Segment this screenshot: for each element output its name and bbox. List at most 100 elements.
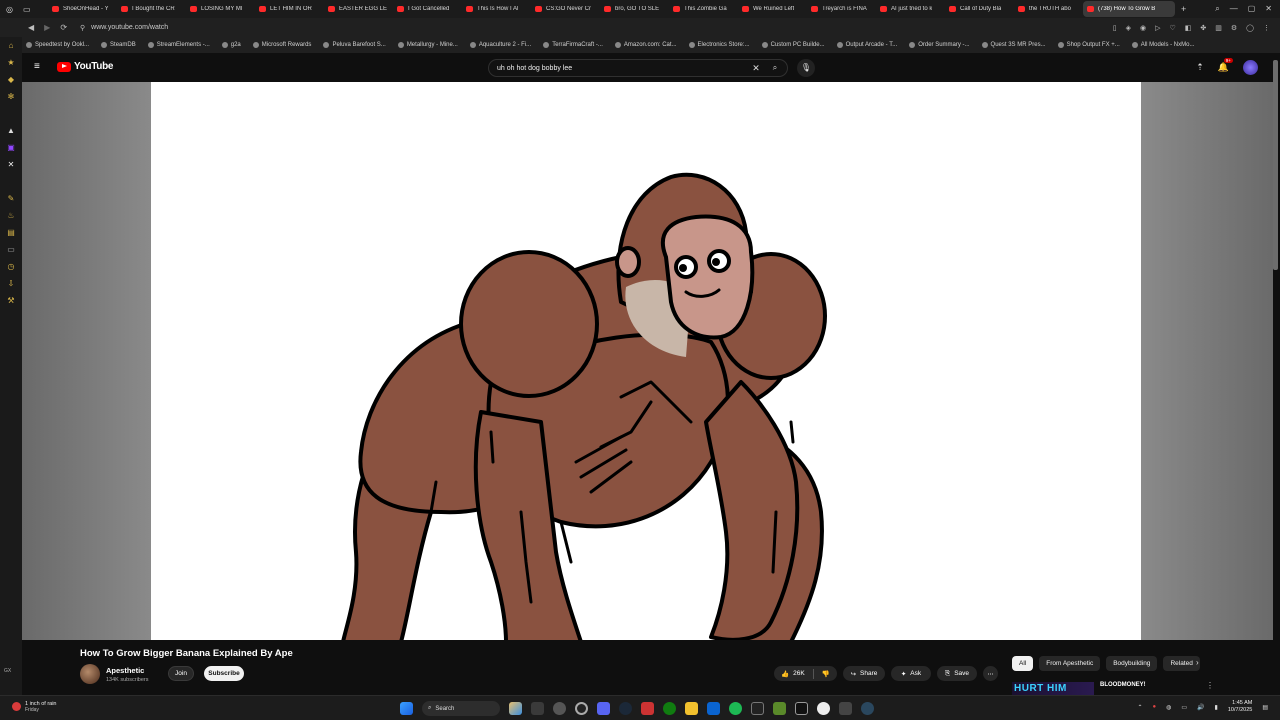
notifications-bell-icon[interactable]: 🔔 9+ (1218, 58, 1233, 73)
bookmark-item[interactable]: Order Summary -... (909, 42, 970, 48)
notepad-icon[interactable] (839, 702, 852, 715)
steam-icon[interactable] (619, 702, 632, 715)
bookmark-item[interactable]: SteamDB (101, 42, 136, 48)
xbox-icon[interactable] (663, 702, 676, 715)
site-info-icon[interactable]: ⚲ (80, 24, 85, 32)
chip-from-apesthetic[interactable]: From Apesthetic (1039, 656, 1101, 671)
notes-icon[interactable]: ▤ (7, 228, 16, 237)
browser-menu-icon[interactable]: ◎ (6, 5, 13, 14)
terminal-icon[interactable] (751, 702, 764, 715)
settings-icon[interactable]: ⚙ (1231, 24, 1237, 32)
channel-avatar[interactable] (80, 664, 100, 684)
bookmark-item[interactable]: Metallurgy - Mine... (397, 42, 458, 48)
bookmark-item[interactable]: Speedtest by Ookl... (26, 42, 89, 48)
tab[interactable]: EASTER EGG LE (324, 1, 393, 17)
steam-client-icon[interactable] (861, 702, 874, 715)
fire-icon[interactable]: ♨ (7, 211, 16, 220)
extension-icon[interactable]: ◈ (1126, 24, 1131, 32)
tab[interactable]: I Got Cancelled (393, 1, 462, 17)
tab[interactable]: ShoeOnHead - Y (48, 1, 117, 17)
bookmark-item[interactable]: TerraFirmaCraft -... (543, 42, 603, 48)
game-icon[interactable] (641, 702, 654, 715)
play-icon[interactable]: ▷ (1155, 24, 1160, 32)
search-icon[interactable]: ⌕ (763, 63, 787, 73)
screenshot-icon[interactable]: ◉ (1140, 24, 1146, 32)
bookmark-item[interactable]: Custom PC Builde... (761, 42, 825, 48)
home-icon[interactable]: ⌂ (7, 41, 16, 50)
chat-icon[interactable]: ◆ (7, 75, 16, 84)
tab-active[interactable]: (738) How To Grow B (1083, 1, 1175, 17)
tab[interactable]: This Zombie Ga (669, 1, 738, 17)
bookmark-item[interactable]: Peluva Barefoot S... (323, 42, 386, 48)
windows-start-icon[interactable] (400, 702, 413, 715)
next-video-title[interactable]: BLOODMONEY! (1100, 682, 1146, 688)
tab[interactable]: Call of Duty Bla (945, 1, 1014, 17)
discord-icon[interactable] (597, 702, 610, 715)
battery-icon[interactable]: ▮ (1215, 704, 1218, 711)
puzzle-icon[interactable]: ✤ (1200, 24, 1206, 32)
bookmark-item[interactable]: Quest 3S MR Pres... (981, 42, 1046, 48)
file-explorer-icon[interactable] (685, 702, 698, 715)
tray-app-icon[interactable]: ● (1153, 704, 1157, 710)
save-button[interactable]: ⎘ Save (937, 666, 977, 681)
download-icon[interactable]: ⇩ (7, 279, 16, 288)
sidebar-icon[interactable]: ▥ (1215, 24, 1222, 32)
bookmark-item[interactable]: Electronics Store:... (688, 42, 750, 48)
tab[interactable]: bro, GO TO SLE (600, 1, 669, 17)
url-field[interactable]: www.youtube.com/watch (91, 24, 168, 31)
upload-icon[interactable]: ⇡ (1196, 62, 1204, 73)
bookmark-icon[interactable]: ▯ (1113, 24, 1117, 32)
tab[interactable]: AI just tried to k (876, 1, 945, 17)
star-icon[interactable]: ★ (7, 58, 16, 67)
chip-related[interactable]: Related (1163, 656, 1200, 671)
capcut-icon[interactable] (795, 702, 808, 715)
minimize-icon[interactable]: — (1230, 4, 1238, 14)
browser-menu-dots-icon[interactable]: ⋮ (1263, 24, 1270, 32)
notifications-icon[interactable]: ▤ (1262, 704, 1268, 711)
clock[interactable]: 1:45 AM 10/7/2025 (1228, 700, 1252, 714)
bookmark-item[interactable]: Output Arcade - T... (836, 42, 897, 48)
taskbar-search[interactable]: ⌕ Search (422, 701, 500, 716)
outlook-icon[interactable] (707, 702, 720, 715)
subscribe-button[interactable]: Subscribe (204, 666, 244, 681)
tab[interactable]: Treyarch is FINA (807, 1, 876, 17)
box-icon[interactable]: ▭ (7, 245, 16, 254)
clear-search-icon[interactable]: ✕ (749, 63, 763, 74)
youtube-logo[interactable]: YouTube (57, 61, 114, 72)
search-tabs-icon[interactable]: ⌕ (1215, 4, 1219, 14)
join-button[interactable]: Join (168, 666, 194, 681)
minecraft-icon[interactable] (773, 702, 786, 715)
obs-icon[interactable] (575, 702, 588, 715)
tab[interactable]: CS:GO Never Cr (531, 1, 600, 17)
next-video-thumbnail[interactable]: HURT HIM (1012, 682, 1094, 695)
rocket-icon[interactable]: ▲ (7, 126, 16, 135)
x-icon[interactable]: ✕ (7, 160, 16, 169)
twitch-icon[interactable]: ▣ (7, 143, 16, 152)
wrench-icon[interactable]: ✎ (7, 194, 16, 203)
chip-all[interactable]: All (1012, 656, 1034, 671)
reload-icon[interactable]: ⟳ (60, 23, 67, 32)
ask-button[interactable]: ✦ Ask (891, 666, 931, 681)
flower-icon[interactable]: ✻ (7, 92, 16, 101)
close-icon[interactable]: ✕ (1265, 4, 1272, 14)
network-icon[interactable]: ▭ (1181, 704, 1187, 711)
task-view-icon[interactable] (531, 702, 544, 715)
more-actions-button[interactable]: ⋯ (983, 666, 998, 681)
channel-name[interactable]: Apesthetic (106, 666, 144, 675)
bookmark-item[interactable]: Aquaculture 2 - Fi... (469, 42, 531, 48)
chip-bodybuilding[interactable]: Bodybuilding (1106, 656, 1158, 671)
video-player[interactable] (22, 82, 1273, 640)
tab-sidebar-icon[interactable]: ▭ (23, 5, 31, 14)
account-avatar[interactable] (1243, 60, 1258, 75)
like-button[interactable]: 👍 26K (781, 670, 805, 678)
forward-icon[interactable]: ▶ (44, 23, 50, 32)
bookmark-item[interactable]: Microsoft Rewards (252, 42, 311, 48)
heart-icon[interactable]: ♡ (1169, 24, 1175, 32)
tools-icon[interactable]: ⚒ (7, 296, 16, 305)
opera-gx-icon[interactable] (553, 702, 566, 715)
bookmark-item[interactable]: Amazon.com: Cat... (614, 42, 677, 48)
back-icon[interactable]: ◀ (28, 23, 34, 32)
spotify-icon[interactable] (729, 702, 742, 715)
history-icon[interactable]: ◷ (7, 262, 16, 271)
bookmark-item[interactable]: Shop Output FX +... (1057, 42, 1120, 48)
